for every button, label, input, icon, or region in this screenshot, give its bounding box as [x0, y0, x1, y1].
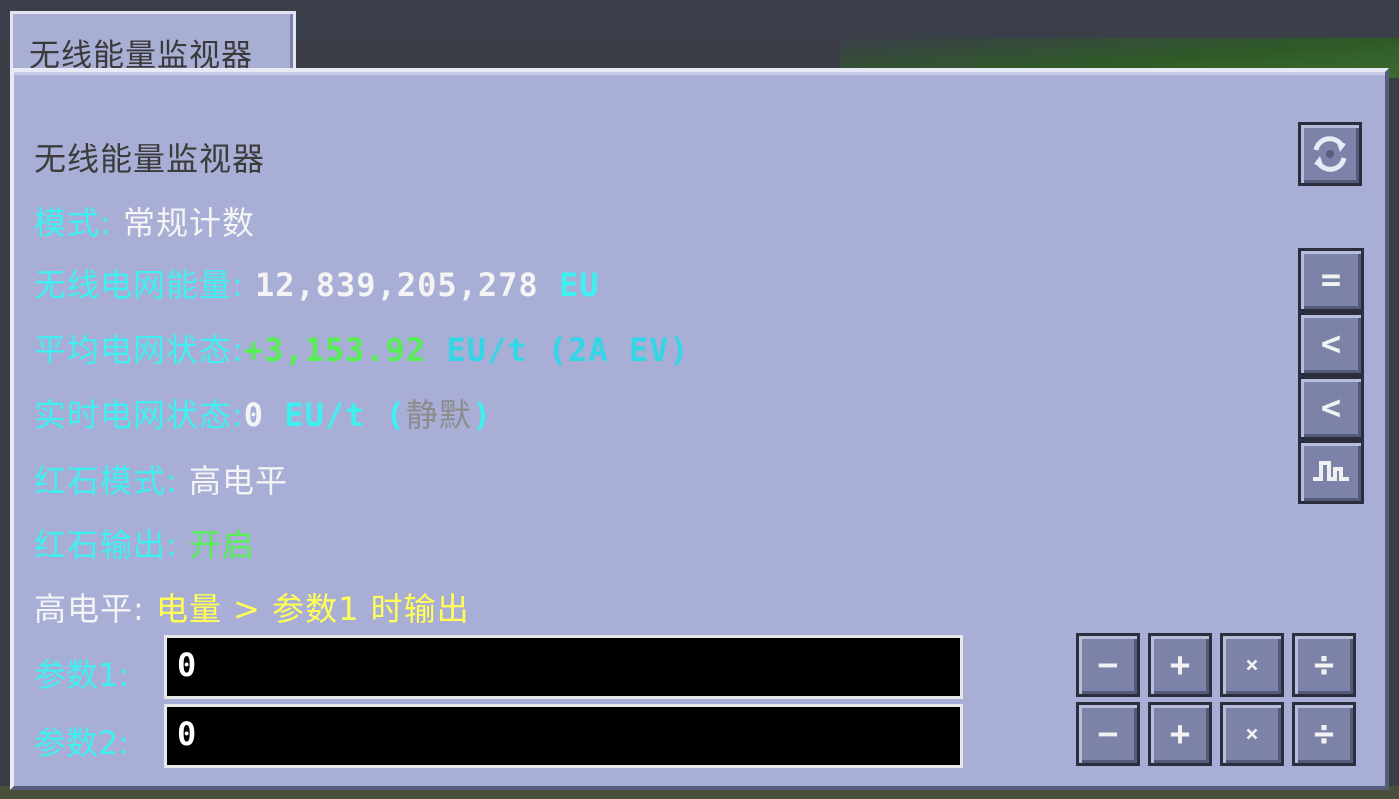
param1-input[interactable]: 0 [164, 635, 963, 699]
panel-top-divider [14, 72, 1385, 75]
redstone-mode-label: 红石模式: [34, 462, 189, 500]
param1-multiply-button[interactable]: × [1220, 633, 1284, 697]
realtime-status-label: 实时电网状态: [34, 396, 244, 434]
high-level-row: 高电平: 电量 > 参数1 时输出 [34, 584, 470, 630]
network-energy-row: 无线电网能量: 12,839,205,278 EU [34, 260, 599, 306]
realtime-status-state: 静默 [405, 396, 472, 434]
param1-minus-button[interactable]: − [1076, 633, 1140, 697]
mode-value: 常规计数 [122, 204, 255, 242]
high-level-rule: 电量 > 参数1 时输出 [155, 590, 470, 628]
refresh-icon [1313, 136, 1347, 172]
redstone-pulse-button[interactable] [1298, 440, 1364, 504]
param1-divide-button[interactable]: ÷ [1292, 633, 1356, 697]
realtime-status-value: 0 [243, 396, 265, 434]
window-tab[interactable]: 无线能量监视器 [10, 11, 296, 75]
param2-input[interactable]: 0 [164, 704, 963, 768]
avg-status-label: 平均电网状态: [34, 331, 244, 369]
equals-button[interactable]: = [1298, 248, 1364, 312]
param2-minus-button[interactable]: − [1076, 702, 1140, 766]
panel-title: 无线能量监视器 [34, 140, 266, 178]
network-energy-value: 12,839,205,278 [254, 266, 539, 304]
param1-label: 参数1: [34, 656, 130, 694]
high-level-label: 高电平: [34, 590, 156, 628]
redstone-output-row: 红石输出: 开启 [34, 520, 255, 566]
avg-status-row: 平均电网状态:+3,153.92 EU/t (2A EV) [34, 325, 690, 371]
avg-status-value: +3,153.92 [243, 331, 427, 369]
network-energy-label: 无线电网能量: [34, 266, 255, 304]
avg-status-unit: EU/t (2A EV) [426, 331, 690, 369]
square-wave-icon [1313, 461, 1349, 481]
less-than-button-2[interactable]: < [1298, 376, 1364, 440]
monitor-panel: 无线能量监视器 模式: 常规计数 无线电网能量: 12,839,205,278 … [10, 68, 1389, 790]
param2-label: 参数2: [34, 724, 130, 762]
redstone-output-label: 红石输出: [34, 526, 189, 564]
mode-label: 模式: [34, 204, 123, 242]
mode-row: 模式: 常规计数 [34, 198, 255, 244]
redstone-mode-row: 红石模式: 高电平 [34, 456, 288, 502]
less-than-button-1[interactable]: < [1298, 312, 1364, 376]
redstone-mode-value: 高电平 [188, 462, 288, 500]
refresh-button[interactable] [1298, 122, 1362, 186]
realtime-status-row: 实时电网状态:0 EU/t (静默) [34, 390, 492, 436]
param1-plus-button[interactable]: + [1148, 633, 1212, 697]
param2-plus-button[interactable]: + [1148, 702, 1212, 766]
param2-multiply-button[interactable]: × [1220, 702, 1284, 766]
realtime-status-unit: EU/t ( [264, 396, 406, 434]
network-energy-unit: EU [538, 266, 600, 304]
param2-divide-button[interactable]: ÷ [1292, 702, 1356, 766]
realtime-status-close: ) [471, 396, 493, 434]
redstone-output-value: 开启 [188, 526, 255, 564]
